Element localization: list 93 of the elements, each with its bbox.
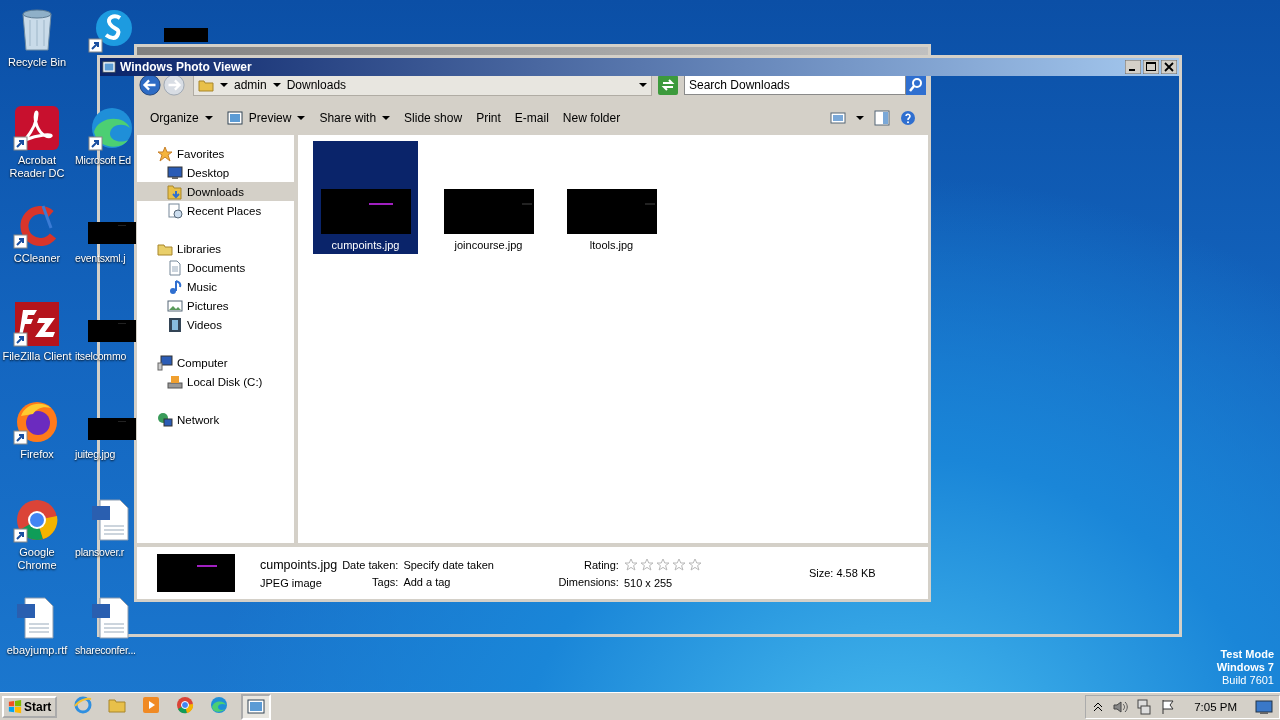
star-icon bbox=[157, 145, 173, 162]
browser-icon bbox=[210, 695, 229, 714]
property-value: 510 x 255 bbox=[623, 576, 674, 589]
close-button[interactable] bbox=[1161, 60, 1177, 74]
star-icon[interactable] bbox=[655, 557, 670, 572]
browser-icon bbox=[176, 695, 195, 714]
file-item[interactable]: ltools.jpg bbox=[559, 141, 664, 254]
music-note-icon bbox=[167, 278, 183, 295]
clock[interactable]: 7:05 PM bbox=[1194, 700, 1237, 713]
preview-pane-icon[interactable] bbox=[874, 110, 890, 126]
search-icon[interactable] bbox=[906, 75, 926, 95]
taskbar-button[interactable] bbox=[241, 693, 272, 720]
computer-icon bbox=[157, 354, 173, 371]
chevron-up-icon[interactable] bbox=[1092, 700, 1105, 713]
nav-item[interactable]: Computer bbox=[137, 353, 294, 372]
toolbar-button[interactable]: Slide show bbox=[397, 106, 470, 130]
file-item[interactable]: joincourse.jpg bbox=[436, 141, 541, 254]
start-button[interactable]: Start bbox=[2, 695, 58, 718]
test-mode-notice: Build 7601 bbox=[1222, 674, 1274, 687]
breadcrumb[interactable]: Downloads bbox=[286, 78, 347, 92]
nav-item[interactable]: Local Disk (C:) bbox=[137, 372, 294, 391]
icon-label[interactable]: Google Chrome bbox=[0, 546, 74, 572]
window-title: Windows Photo Viewer bbox=[120, 60, 252, 74]
recent-places-icon bbox=[167, 202, 183, 219]
pictures-icon bbox=[167, 297, 183, 314]
star-icon[interactable] bbox=[671, 557, 686, 572]
icon-label[interactable]: Firefox bbox=[20, 448, 54, 461]
caret-icon[interactable] bbox=[856, 116, 864, 120]
minimize-button[interactable] bbox=[1125, 60, 1141, 74]
nav-item[interactable]: Favorites bbox=[137, 144, 294, 163]
address-bar[interactable]: admin Downloads bbox=[193, 74, 652, 96]
property-value[interactable]: Add a tag bbox=[403, 575, 554, 588]
toolbar-button[interactable]: E-mail bbox=[507, 106, 556, 130]
caret-icon[interactable] bbox=[220, 83, 228, 87]
media-player-icon bbox=[142, 695, 161, 714]
view-icon[interactable] bbox=[830, 110, 846, 126]
property-label: Tags: bbox=[372, 575, 399, 588]
property-label: Date taken: bbox=[342, 558, 399, 571]
icon-label[interactable]: Recycle Bin bbox=[7, 56, 67, 69]
nav-item[interactable]: Music bbox=[137, 277, 294, 296]
property-label: Size: 4.58 KB bbox=[808, 567, 876, 579]
test-mode-notice: Windows 7 bbox=[1216, 661, 1274, 674]
toolbar-button[interactable]: Preview bbox=[219, 106, 313, 130]
property-label: Rating: bbox=[584, 558, 619, 571]
nav-item[interactable]: Videos bbox=[137, 315, 294, 334]
star-icon[interactable] bbox=[623, 557, 638, 572]
help-icon[interactable] bbox=[900, 110, 916, 126]
disk-icon bbox=[167, 373, 183, 390]
caret-icon[interactable] bbox=[639, 83, 647, 87]
document-icon bbox=[167, 259, 183, 276]
flag-icon[interactable] bbox=[1160, 698, 1177, 715]
desktop-icon bbox=[167, 164, 183, 181]
icon-label[interactable]: shareconfer... bbox=[75, 644, 136, 657]
star-icon[interactable] bbox=[639, 557, 654, 572]
nav-item[interactable]: Libraries bbox=[137, 239, 294, 258]
refresh-button[interactable] bbox=[658, 75, 678, 95]
nav-item[interactable]: Documents bbox=[137, 258, 294, 277]
film-icon bbox=[167, 316, 183, 333]
icon-label[interactable]: CCleaner bbox=[13, 252, 61, 265]
file-name: cumpoints.jpg bbox=[260, 557, 338, 572]
file-item[interactable]: cumpoints.jpg bbox=[313, 141, 418, 254]
nav-item[interactable]: Network bbox=[137, 410, 294, 429]
icon-label[interactable]: FileZilla Client bbox=[2, 350, 72, 363]
nav-item[interactable]: Downloads bbox=[137, 182, 294, 201]
property-value[interactable]: Specify date taken bbox=[403, 558, 554, 571]
caret-icon[interactable] bbox=[272, 83, 281, 87]
photo-viewer-icon bbox=[247, 697, 266, 716]
toolbar-button[interactable]: Organize bbox=[143, 106, 220, 130]
pdf-app-icon[interactable] bbox=[13, 104, 61, 152]
folder-icon bbox=[167, 183, 183, 200]
toolbar-button[interactable]: Print bbox=[469, 106, 508, 130]
network-icon bbox=[157, 411, 173, 428]
maximize-button[interactable] bbox=[1143, 60, 1159, 74]
test-mode-notice: Test Mode bbox=[1220, 648, 1274, 661]
nav-item[interactable]: Pictures bbox=[137, 296, 294, 315]
show-desktop-icon[interactable] bbox=[1255, 697, 1273, 716]
star-icon[interactable] bbox=[687, 557, 702, 572]
breadcrumb[interactable]: admin bbox=[234, 78, 267, 92]
toolbar-button[interactable]: Share with bbox=[312, 106, 398, 130]
photo-viewer-icon bbox=[102, 60, 116, 74]
icon-label[interactable]: Acrobat Reader DC bbox=[0, 154, 74, 180]
file-type: JPEG image bbox=[260, 576, 323, 589]
property-label: Dimensions: bbox=[558, 575, 619, 588]
search-field[interactable]: Search Downloads bbox=[684, 75, 906, 95]
nav-item[interactable]: Desktop bbox=[137, 163, 294, 182]
windows-logo-icon bbox=[8, 699, 22, 714]
ftp-app-icon[interactable] bbox=[13, 300, 61, 348]
icon-label[interactable]: ebayjump.rtf bbox=[6, 644, 68, 657]
speaker-icon[interactable] bbox=[1112, 698, 1129, 715]
toolbar-button[interactable]: New folder bbox=[555, 106, 628, 130]
network-icon[interactable] bbox=[1136, 698, 1153, 715]
browser-icon bbox=[74, 695, 93, 714]
nav-item[interactable]: Recent Places bbox=[137, 201, 294, 220]
